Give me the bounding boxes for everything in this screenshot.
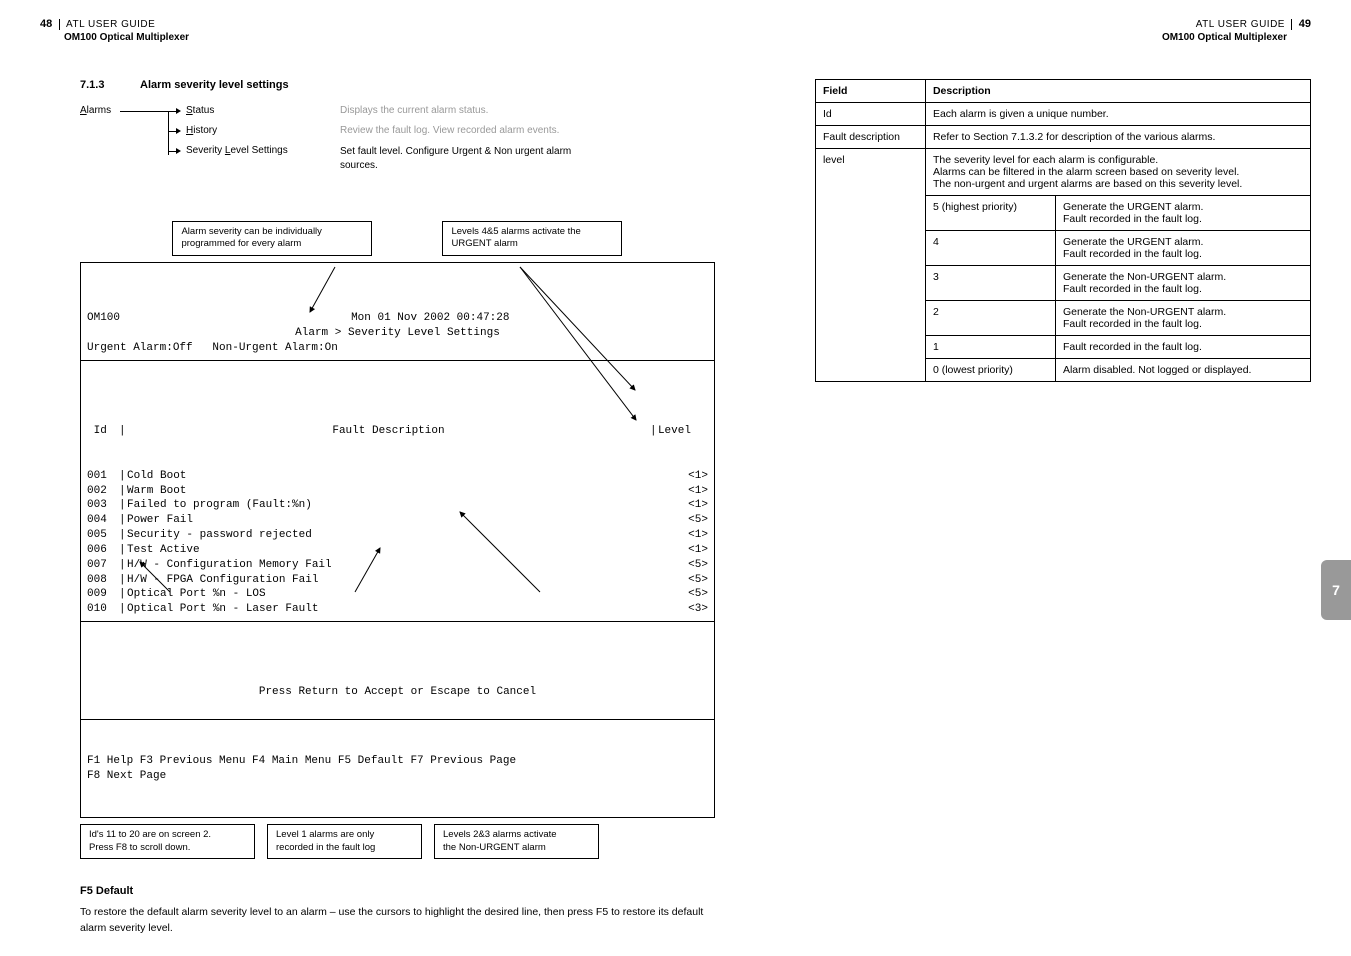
- nav-tree: Alarms Status Displays the current alarm…: [80, 105, 715, 215]
- annot-bottom-c: Levels 2&3 alarms activate the Non-URGEN…: [434, 824, 599, 859]
- table-row: Id Each alarm is given a unique number.: [815, 103, 1310, 126]
- terminal-screen: OM100 Mon 01 Nov 2002 00:47:28 Alarm > S…: [80, 262, 715, 819]
- table-row: 006|Test Active<1>: [87, 543, 708, 558]
- table-row: 004|Power Fail<5>: [87, 513, 708, 528]
- subtitle-right: OM100 Optical Multiplexer: [1162, 32, 1311, 43]
- table-row: 005|Security - password rejected<1>: [87, 528, 708, 543]
- section-heading: 7.1.3Alarm severity level settings: [80, 79, 715, 91]
- subtitle-left: OM100 Optical Multiplexer: [40, 32, 189, 43]
- annot-bottom-b: Level 1 alarms are only recorded in the …: [267, 824, 422, 859]
- table-row: 008|H/W - FPGA Configuration Fail<5>: [87, 573, 708, 588]
- field-description-table: Field Description Id Each alarm is given…: [815, 79, 1311, 382]
- guide-title-right: ATL USER GUIDE: [1196, 19, 1292, 30]
- page-number-right: 49: [1299, 18, 1311, 30]
- page-number-left: 48: [40, 18, 52, 30]
- table-row: 002|Warm Boot<1>: [87, 484, 708, 499]
- guide-title-left: ATL USER GUIDE: [59, 19, 155, 30]
- table-row: 001|Cold Boot<1>: [87, 469, 708, 484]
- table-row: Fault description Refer to Section 7.1.3…: [815, 126, 1310, 149]
- f5-default-body: To restore the default alarm severity le…: [80, 905, 715, 937]
- table-row: 009|Optical Port %n - LOS<5>: [87, 587, 708, 602]
- annot-top-right: Levels 4&5 alarms activate the URGENT al…: [442, 221, 622, 256]
- f5-default-heading: F5 Default: [80, 885, 715, 897]
- annot-bottom-a: Id's 11 to 20 are on screen 2. Press F8 …: [80, 824, 255, 859]
- table-row: 007|H/W - Configuration Memory Fail<5>: [87, 558, 708, 573]
- table-row: level The severity level for each alarm …: [815, 149, 1310, 196]
- chapter-tab: 7: [1321, 560, 1351, 620]
- annot-top-left: Alarm severity can be individually progr…: [172, 221, 372, 256]
- table-row: 010|Optical Port %n - Laser Fault<3>: [87, 602, 708, 617]
- table-row: 003|Failed to program (Fault:%n)<1>: [87, 498, 708, 513]
